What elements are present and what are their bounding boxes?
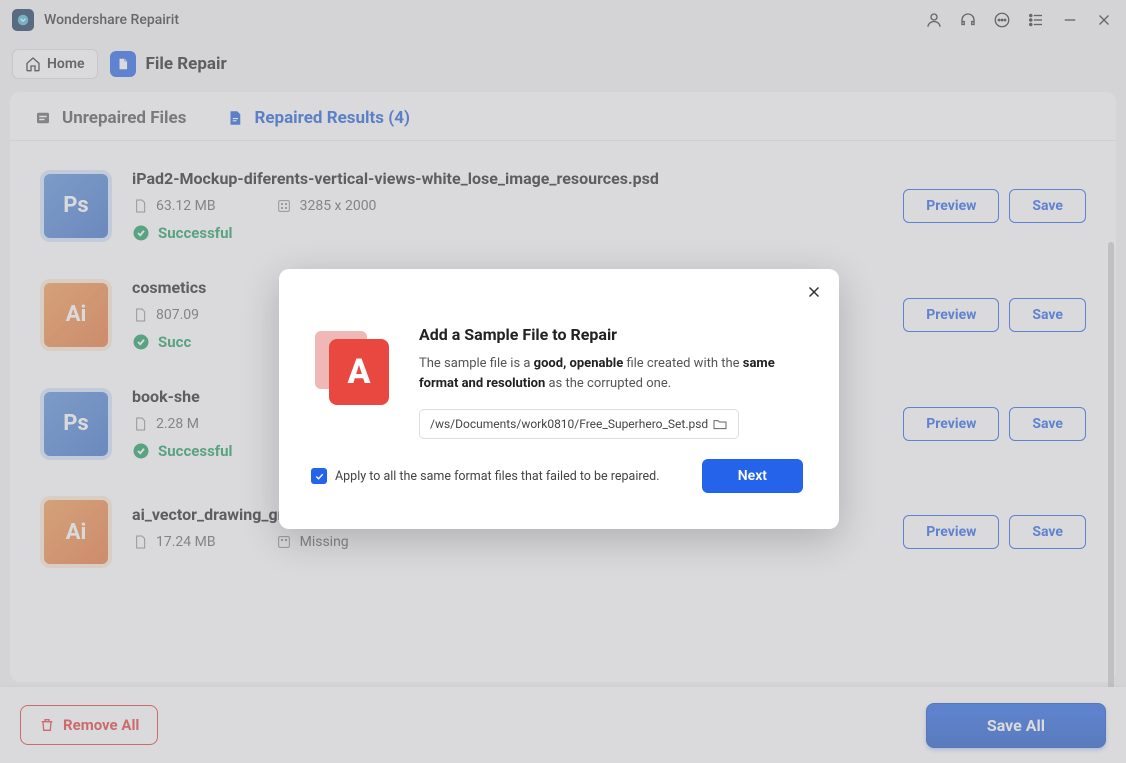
modal-close-button[interactable] — [803, 281, 825, 303]
modal-description: The sample file is a good, openable file… — [419, 354, 803, 393]
folder-icon — [712, 416, 728, 432]
next-button[interactable]: Next — [702, 459, 803, 493]
modal-title: Add a Sample File to Repair — [419, 325, 803, 344]
checkbox-checked-icon — [311, 468, 327, 484]
path-text: /ws/Documents/work0810/Free_Superhero_Se… — [430, 417, 708, 431]
adobe-icon: A — [315, 325, 395, 405]
file-path-input[interactable]: /ws/Documents/work0810/Free_Superhero_Se… — [419, 409, 739, 439]
checkbox-label: Apply to all the same format files that … — [335, 469, 660, 484]
sample-file-modal: A Add a Sample File to Repair The sample… — [279, 269, 839, 529]
apply-all-checkbox[interactable]: Apply to all the same format files that … — [311, 468, 660, 484]
